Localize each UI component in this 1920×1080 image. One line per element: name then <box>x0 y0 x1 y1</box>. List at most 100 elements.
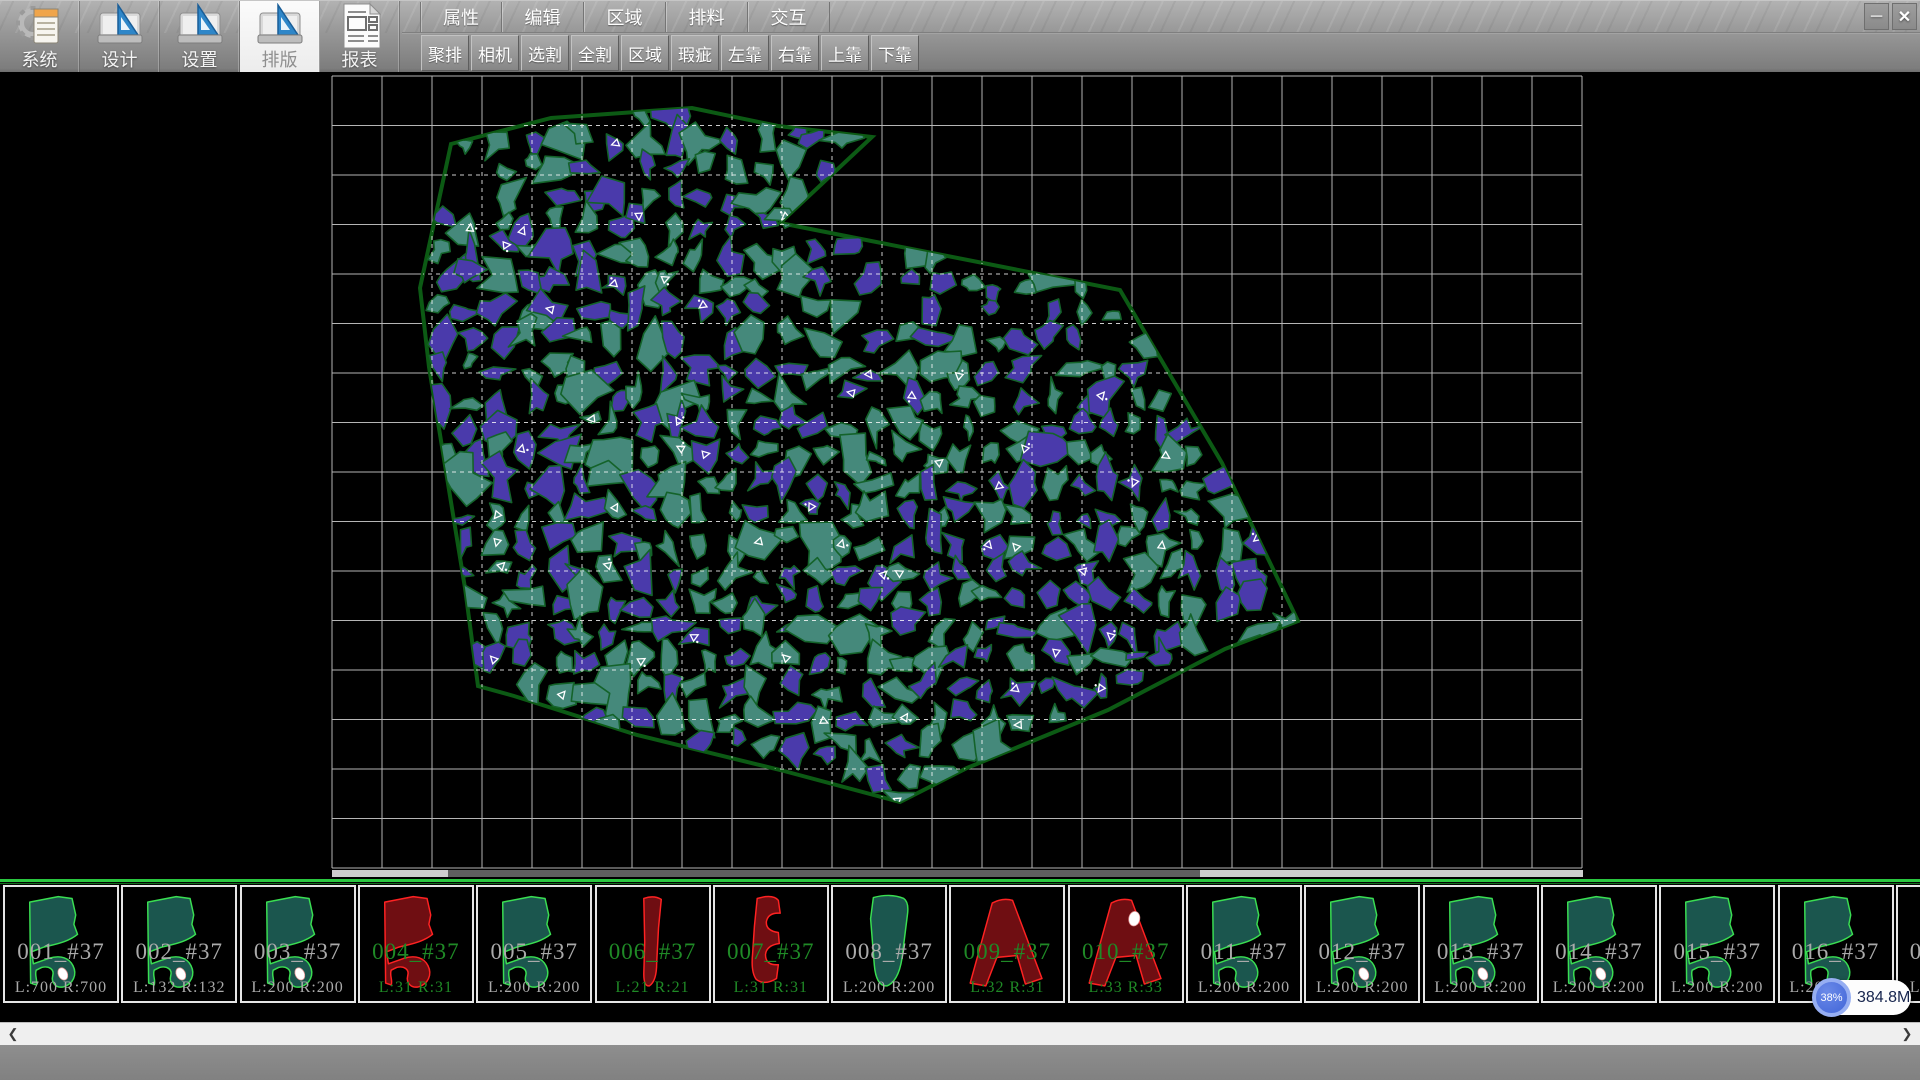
main-button-report[interactable]: 报表 <box>320 1 400 72</box>
part-sizes: L:21 R:21 <box>597 979 709 997</box>
filmstrip-splitter-line <box>0 879 1920 882</box>
part-label: 0 <box>1898 939 1920 965</box>
triangle-ruler-icon <box>252 3 308 49</box>
gear-notebook-icon <box>14 3 66 49</box>
part-sizes: L:200 R:200 <box>242 979 354 997</box>
window-controls: ─ ✕ <box>1864 3 1917 30</box>
part-thumbnail-003_#37[interactable]: 003_#37 L:200 R:200 <box>240 885 356 1003</box>
main-button-system[interactable]: 系统 <box>0 1 80 72</box>
part-thumbnail-005_#37[interactable]: 005_#37 L:200 R:200 <box>476 885 592 1003</box>
part-thumbnail-014_#37[interactable]: 014_#37 L:200 R:200 <box>1541 885 1657 1003</box>
menu-item-edit[interactable]: 编辑 <box>502 2 584 32</box>
parts-filmstrip: 001_#37 L:700 R:700 002_#37 L:132 R:132 … <box>0 879 1920 1022</box>
memory-progress-badge: 38% 384.8M <box>1813 979 1911 1016</box>
tool-button-camera[interactable]: 相机 <box>471 35 519 71</box>
tool-button-align-top[interactable]: 上靠 <box>821 35 869 71</box>
main-button-bar: 系统 设计 设置 排版 报表 <box>0 1 400 72</box>
part-label: 007_#37 <box>715 939 827 965</box>
part-label: 005_#37 <box>478 939 590 965</box>
menu-item-region[interactable]: 区域 <box>584 2 666 32</box>
menu-item-interact[interactable]: 交互 <box>748 2 830 32</box>
tool-button-align-bottom[interactable]: 下靠 <box>871 35 919 71</box>
canvas-scrollbar-thumb[interactable] <box>448 870 1200 877</box>
application-window: 系统 设计 设置 排版 报表 属性编辑区域排料交互 聚排相机选割 <box>0 0 1920 1080</box>
part-sizes: L:132 R:132 <box>123 979 235 997</box>
menu-item-properties[interactable]: 属性 <box>420 2 502 32</box>
part-label: 012_#37 <box>1306 939 1418 965</box>
minimize-icon[interactable]: ─ <box>1864 3 1889 30</box>
tool-button-select-cut[interactable]: 选割 <box>521 35 569 71</box>
part-sizes: L:31 R:31 <box>360 979 472 997</box>
part-label: 008_#37 <box>833 939 945 965</box>
progress-percent: 38% <box>1820 992 1842 1004</box>
part-thumbnail-004_#37[interactable]: 004_#37 L:31 R:31 <box>358 885 474 1003</box>
part-sizes: L:200 R:200 <box>1661 979 1773 997</box>
horizontal-scrollbar[interactable]: ❮ ❯ <box>0 1022 1920 1045</box>
triangle-ruler-icon <box>92 3 148 49</box>
triangle-ruler-icon <box>172 3 228 49</box>
part-thumbnail-011_#37[interactable]: 011_#37 L:200 R:200 <box>1186 885 1302 1003</box>
part-thumbnail-001_#37[interactable]: 001_#37 L:700 R:700 <box>3 885 119 1003</box>
part-label: 015_#37 <box>1661 939 1773 965</box>
part-label: 002_#37 <box>123 939 235 965</box>
part-label: 011_#37 <box>1188 939 1300 965</box>
part-sizes: L:200 R:200 <box>1543 979 1655 997</box>
part-sizes: L:33 R:33 <box>1070 979 1182 997</box>
part-sizes: L:200 R:200 <box>833 979 945 997</box>
part-thumbnail-009_#37[interactable]: 009_#37 L:32 R:31 <box>949 885 1065 1003</box>
main-button-label: 设置 <box>182 49 218 71</box>
main-button-design[interactable]: 设计 <box>80 1 160 72</box>
part-thumbnail-008_#37[interactable]: 008_#37 L:200 R:200 <box>831 885 947 1003</box>
part-sizes: L:200 R:200 <box>478 979 590 997</box>
part-sizes: L:700 R:700 <box>5 979 117 997</box>
tool-button-align-right[interactable]: 右靠 <box>771 35 819 71</box>
tool-button-defect[interactable]: 瑕疵 <box>671 35 719 71</box>
part-sizes: L:31 R:31 <box>715 979 827 997</box>
part-label: 004_#37 <box>360 939 472 965</box>
tool-button-zone[interactable]: 区域 <box>621 35 669 71</box>
main-button-label: 排版 <box>262 49 298 71</box>
tool-button-cluster-nest[interactable]: 聚排 <box>421 35 469 71</box>
part-label: 016_#37 <box>1780 939 1892 965</box>
part-thumbnail-006_#37[interactable]: 006_#37 L:21 R:21 <box>595 885 711 1003</box>
main-button-label: 系统 <box>22 49 58 71</box>
triangle-ruler-icon <box>174 3 226 49</box>
status-bar <box>0 1045 1920 1080</box>
nesting-canvas-svg <box>0 72 1920 879</box>
main-button-layout[interactable]: 排版 <box>240 1 320 72</box>
gear-notebook-icon <box>12 3 68 49</box>
triangle-ruler-icon <box>254 3 306 49</box>
part-thumbnail-010_#37[interactable]: 010_#37 L:33 R:33 <box>1068 885 1184 1003</box>
memory-value: 384.8M <box>1857 979 1910 1016</box>
part-sizes: L:32 R:31 <box>951 979 1063 997</box>
report-doc-icon <box>332 3 388 49</box>
part-thumbnail-015_#37[interactable]: 015_#37 L:200 R:200 <box>1659 885 1775 1003</box>
main-button-label: 报表 <box>342 49 378 71</box>
part-sizes: L:200 R:200 <box>1188 979 1300 997</box>
filmstrip-splitter-shadow <box>0 883 1920 884</box>
triangle-ruler-icon <box>94 3 146 49</box>
part-sizes: L:200 R:200 <box>1425 979 1537 997</box>
menu-item-nesting[interactable]: 排料 <box>666 2 748 32</box>
part-label: 003_#37 <box>242 939 354 965</box>
part-label: 009_#37 <box>951 939 1063 965</box>
close-icon[interactable]: ✕ <box>1892 3 1917 30</box>
part-thumbnail-013_#37[interactable]: 013_#37 L:200 R:200 <box>1423 885 1539 1003</box>
main-button-settings[interactable]: 设置 <box>160 1 240 72</box>
part-sizes: L:200 R:200 <box>1306 979 1418 997</box>
part-label: 014_#37 <box>1543 939 1655 965</box>
part-thumbnail-002_#37[interactable]: 002_#37 L:132 R:132 <box>121 885 237 1003</box>
progress-circle: 38% <box>1812 978 1851 1017</box>
part-label: 006_#37 <box>597 939 709 965</box>
toolbar-chrome: 系统 设计 设置 排版 报表 属性编辑区域排料交互 聚排相机选割 <box>0 0 1920 72</box>
tool-button-cut-all[interactable]: 全割 <box>571 35 619 71</box>
tool-button-align-left[interactable]: 左靠 <box>721 35 769 71</box>
scroll-right-icon[interactable]: ❯ <box>1896 1023 1918 1045</box>
scroll-left-icon[interactable]: ❮ <box>2 1023 24 1045</box>
part-thumbnail-012_#37[interactable]: 012_#37 L:200 R:200 <box>1304 885 1420 1003</box>
nesting-canvas[interactable] <box>0 72 1920 879</box>
part-label: 010_#37 <box>1070 939 1182 965</box>
toolbar-divider <box>402 32 1920 34</box>
tool-button-bar: 聚排相机选割全割区域瑕疵左靠右靠上靠下靠 <box>421 35 919 72</box>
part-thumbnail-007_#37[interactable]: 007_#37 L:31 R:31 <box>713 885 829 1003</box>
